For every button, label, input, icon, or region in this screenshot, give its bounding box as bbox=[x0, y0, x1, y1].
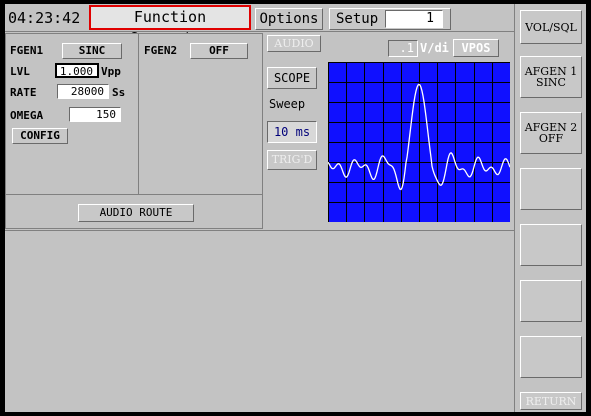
rate-unit: Ss bbox=[112, 86, 126, 99]
softkey-5[interactable] bbox=[520, 224, 582, 266]
audio-route-button[interactable]: AUDIO ROUTE bbox=[78, 204, 194, 222]
softkey-4[interactable] bbox=[520, 168, 582, 210]
fgen-divider bbox=[138, 34, 139, 194]
omega-label: OMEGA bbox=[10, 109, 44, 122]
softkey-8-line1: RETURN bbox=[525, 394, 577, 408]
lvl-unit: Vpp bbox=[101, 65, 121, 78]
softkey-afgen2[interactable]: AFGEN 2 OFF bbox=[520, 112, 582, 154]
options-button[interactable]: Options bbox=[255, 8, 323, 30]
config-button[interactable]: CONFIG bbox=[12, 128, 68, 144]
scope-display bbox=[327, 62, 511, 223]
panel-divider bbox=[6, 194, 262, 195]
setup-label: Setup bbox=[336, 11, 379, 27]
scope-grid bbox=[328, 62, 511, 223]
softkey-vol-sql[interactable]: VOL/SQL bbox=[520, 10, 582, 44]
softkey-afgen1[interactable]: AFGEN 1 SINC bbox=[520, 56, 582, 98]
screen-title-button[interactable]: Function Generator bbox=[89, 5, 251, 47]
softkey-7[interactable] bbox=[520, 336, 582, 378]
instrument-screen: 04:23:42 Function Generator Options Setu… bbox=[5, 4, 586, 412]
rate-label: RATE bbox=[10, 86, 37, 99]
scale-unit: V/di bbox=[420, 41, 449, 55]
title-bar: 04:23:42 Function Generator Options Setu… bbox=[5, 4, 514, 47]
sweep-label: Sweep bbox=[269, 97, 306, 111]
fgen2-state-button[interactable]: OFF bbox=[190, 43, 248, 59]
trigd-button[interactable]: TRIG'D bbox=[267, 150, 317, 170]
fgen-panel: FGEN1 SINC LVL 1.000 Vpp RATE 28000 Ss O… bbox=[5, 33, 263, 229]
lvl-input[interactable]: 1.000 bbox=[55, 63, 99, 78]
audio-button[interactable]: AUDIO bbox=[267, 35, 321, 52]
scope-trace-svg bbox=[327, 62, 511, 223]
softkey-1-line1: VOL/SQL bbox=[525, 20, 577, 34]
setup-value-field[interactable]: 1 bbox=[385, 10, 443, 28]
rate-input[interactable]: 28000 bbox=[57, 84, 109, 99]
vpos-button[interactable]: VPOS bbox=[453, 39, 499, 57]
lower-area bbox=[5, 230, 514, 412]
clock-time: 04:23:42 bbox=[8, 9, 81, 27]
fgen2-label: FGEN2 bbox=[144, 44, 178, 57]
omega-input[interactable]: 150 bbox=[69, 107, 121, 122]
fgen1-wave-button[interactable]: SINC bbox=[62, 43, 122, 59]
fgen1-label: FGEN1 bbox=[10, 44, 44, 57]
softkey-3-line2: OFF bbox=[538, 132, 564, 145]
scale-value[interactable]: .1 bbox=[388, 40, 418, 57]
softkey-6[interactable] bbox=[520, 280, 582, 322]
lvl-label: LVL bbox=[10, 65, 30, 78]
scope-button[interactable]: SCOPE bbox=[267, 67, 317, 89]
sweep-value-field[interactable]: 10 ms bbox=[267, 121, 317, 143]
softkey-2-line2: SINC bbox=[536, 76, 566, 89]
softkey-return[interactable]: RETURN bbox=[520, 392, 582, 410]
softkey-column: VOL/SQL AFGEN 1 SINC AFGEN 2 OFF RETURN bbox=[514, 4, 586, 412]
